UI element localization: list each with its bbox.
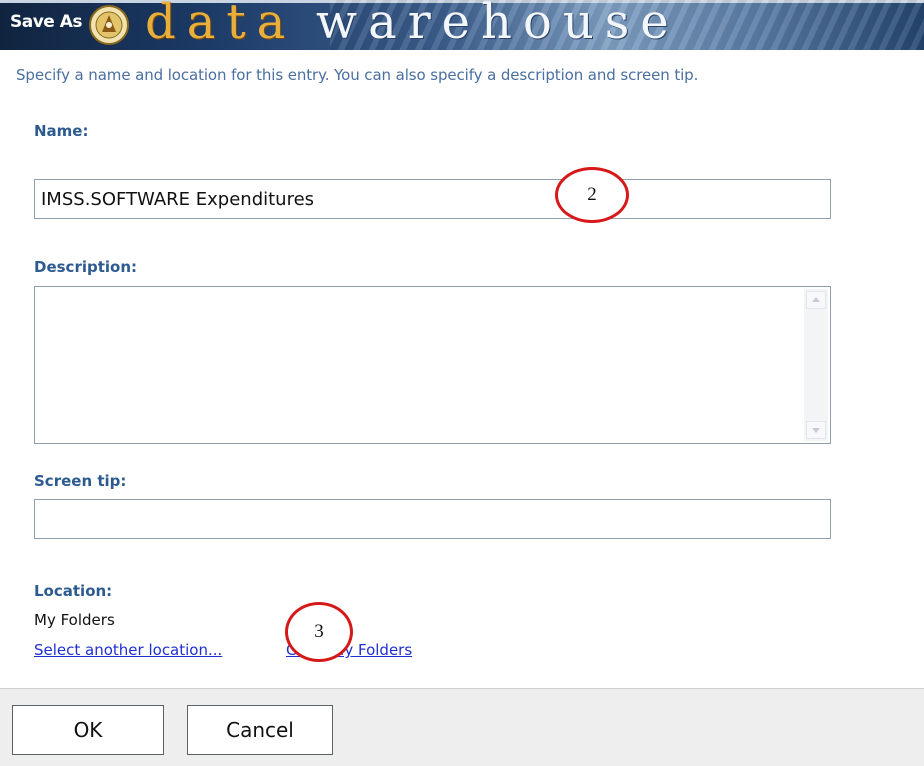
ok-button[interactable]: OK: [12, 705, 164, 755]
location-label: Location:: [34, 582, 113, 600]
cancel-button[interactable]: Cancel: [187, 705, 333, 755]
banner: Save As data warehouse: [0, 0, 924, 50]
description-label: Description:: [34, 258, 138, 276]
university-seal-icon: [89, 5, 129, 45]
name-input[interactable]: [34, 179, 831, 219]
annotation-callout-3: 3: [285, 602, 353, 662]
description-scrollbar[interactable]: [804, 289, 828, 441]
annotation-callout-2: 2: [555, 167, 629, 223]
logo-word-warehouse: warehouse: [316, 0, 680, 50]
description-textarea[interactable]: [34, 286, 831, 444]
scroll-down-arrow-icon[interactable]: [806, 421, 826, 439]
save-as-dialog: Save As data warehouse Specify a name an…: [0, 0, 924, 766]
screen-tip-label: Screen tip:: [34, 472, 127, 490]
location-value: My Folders: [34, 611, 115, 629]
banner-save-as-title: Save As: [10, 12, 83, 32]
scroll-up-arrow-icon[interactable]: [806, 291, 826, 309]
screen-tip-input[interactable]: [34, 499, 831, 539]
intro-text: Specify a name and location for this ent…: [16, 66, 699, 84]
select-another-location-link[interactable]: Select another location...: [34, 641, 222, 659]
name-label: Name:: [34, 122, 89, 140]
logo-word-data: data: [145, 0, 297, 50]
